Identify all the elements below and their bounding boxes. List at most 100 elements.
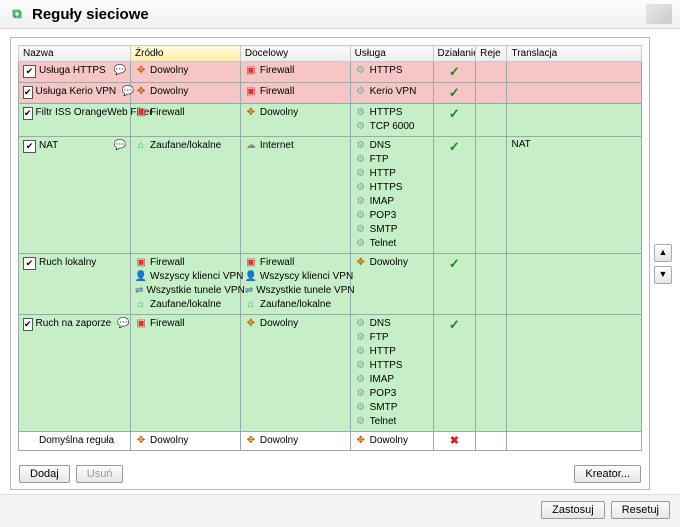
- action-cell[interactable]: ✓: [433, 137, 476, 254]
- svc-icon: ⚙: [355, 346, 367, 358]
- rule-cell[interactable]: ✥Dowolny: [240, 315, 350, 432]
- svc-icon: ⚙: [355, 360, 367, 372]
- rule-cell[interactable]: ✥Dowolny: [131, 83, 241, 104]
- rule-cell[interactable]: ✥Dowolny: [240, 432, 350, 451]
- rule-name-cell[interactable]: ✔Usługa Kerio VPN💬: [19, 83, 131, 104]
- rule-cell[interactable]: ⚙DNS⚙FTP⚙HTTP⚙HTTPS⚙IMAP⚙POP3⚙SMTP⚙Telne…: [350, 315, 433, 432]
- allow-icon: ✓: [449, 85, 460, 100]
- table-row[interactable]: ✔Usługa Kerio VPN💬✥Dowolny▣Firewall⚙Keri…: [19, 83, 642, 104]
- cell-text: Zaufane/lokalne: [260, 298, 331, 312]
- rule-cell[interactable]: ⚙HTTPS⚙TCP 6000: [350, 104, 433, 137]
- action-cell[interactable]: ✓: [433, 254, 476, 315]
- translation-cell[interactable]: [507, 83, 642, 104]
- rule-name-cell[interactable]: ✔Filtr ISS OrangeWeb Filter: [19, 104, 131, 137]
- rule-name-cell[interactable]: ✔Ruch lokalny: [19, 254, 131, 315]
- cell-text: Zaufane/lokalne: [150, 298, 221, 312]
- column-header[interactable]: Działanie: [433, 46, 476, 62]
- column-header[interactable]: Źródło: [131, 46, 241, 62]
- svc-icon: ⚙: [355, 416, 367, 428]
- rule-cell[interactable]: ✥Dowolny: [240, 104, 350, 137]
- log-cell[interactable]: [476, 432, 507, 451]
- cell-text: Firewall: [260, 256, 294, 270]
- remove-button[interactable]: Usuń: [76, 465, 124, 483]
- log-cell[interactable]: [476, 254, 507, 315]
- rule-enabled-checkbox[interactable]: ✔: [23, 65, 36, 78]
- log-cell[interactable]: [476, 315, 507, 432]
- action-cell[interactable]: ✓: [433, 62, 476, 83]
- rule-enabled-checkbox[interactable]: ✔: [23, 257, 36, 270]
- apply-button[interactable]: Zastosuj: [541, 501, 605, 519]
- rule-name: Usługa Kerio VPN: [36, 85, 117, 99]
- rule-cell[interactable]: ▣Firewall👤Wszyscy klienci VPN⇌Wszystkie …: [131, 254, 241, 315]
- log-cell[interactable]: [476, 83, 507, 104]
- rule-name-cell[interactable]: ✔NAT💬: [19, 137, 131, 254]
- rule-cell[interactable]: ☁Internet: [240, 137, 350, 254]
- table-row[interactable]: ✔Usługa HTTPS💬✥Dowolny▣Firewall⚙HTTPS✓: [19, 62, 642, 83]
- rule-cell[interactable]: ✥Dowolny: [350, 254, 433, 315]
- table-row[interactable]: ✔Ruch lokalny▣Firewall👤Wszyscy klienci V…: [19, 254, 642, 315]
- rule-enabled-checkbox[interactable]: ✔: [23, 107, 33, 120]
- action-cell[interactable]: ✓: [433, 104, 476, 137]
- rule-cell[interactable]: ▣Firewall: [240, 62, 350, 83]
- cell-text: Internet: [260, 139, 294, 153]
- chat-icon: 💬: [114, 65, 126, 77]
- rule-cell[interactable]: ▣Firewall: [240, 83, 350, 104]
- rule-cell[interactable]: ▣Firewall: [131, 104, 241, 137]
- allow-icon: ✓: [449, 106, 460, 121]
- table-row[interactable]: Domyślna reguła✥Dowolny✥Dowolny✥Dowolny✖: [19, 432, 642, 451]
- chat-icon: 💬: [114, 140, 126, 152]
- vpnclient-icon: 👤: [245, 271, 257, 283]
- action-cell[interactable]: ✓: [433, 315, 476, 432]
- svc-icon: ⚙: [355, 402, 367, 414]
- deny-icon: ✖: [450, 435, 459, 447]
- translation-cell[interactable]: [507, 315, 642, 432]
- cell-text: DNS: [370, 139, 391, 153]
- action-cell[interactable]: ✖: [433, 432, 476, 451]
- rule-enabled-checkbox[interactable]: ✔: [23, 86, 33, 99]
- reset-button[interactable]: Resetuj: [611, 501, 670, 519]
- column-header[interactable]: Usługa: [350, 46, 433, 62]
- table-row[interactable]: ✔Filtr ISS OrangeWeb Filter▣Firewall✥Dow…: [19, 104, 642, 137]
- add-button[interactable]: Dodaj: [19, 465, 70, 483]
- rule-cell[interactable]: ✥Dowolny: [131, 62, 241, 83]
- svc-icon: ⚙: [355, 332, 367, 344]
- rule-cell[interactable]: ⌂Zaufane/lokalne: [131, 137, 241, 254]
- move-up-button[interactable]: ▲: [654, 244, 672, 262]
- translation-cell[interactable]: NAT: [507, 137, 642, 254]
- rule-cell[interactable]: ⚙HTTPS: [350, 62, 433, 83]
- rule-cell[interactable]: ✥Dowolny: [350, 432, 433, 451]
- rule-name-cell[interactable]: ✔Ruch na zaporze💬: [19, 315, 131, 432]
- any-icon: ✥: [245, 435, 257, 447]
- column-header[interactable]: Nazwa: [19, 46, 131, 62]
- translation-cell[interactable]: [507, 254, 642, 315]
- wizard-button[interactable]: Kreator...: [574, 465, 641, 483]
- action-cell[interactable]: ✓: [433, 83, 476, 104]
- log-cell[interactable]: [476, 104, 507, 137]
- rule-name-cell[interactable]: ✔Usługa HTTPS💬: [19, 62, 131, 83]
- rule-cell[interactable]: ▣Firewall: [131, 315, 241, 432]
- column-header[interactable]: Docelowy: [240, 46, 350, 62]
- log-cell[interactable]: [476, 137, 507, 254]
- rule-cell[interactable]: ▣Firewall👤Wszyscy klienci VPN⇌Wszystkie …: [240, 254, 350, 315]
- table-row[interactable]: ✔Ruch na zaporze💬▣Firewall✥Dowolny⚙DNS⚙F…: [19, 315, 642, 432]
- firewall-icon: ▣: [245, 65, 257, 77]
- svc-icon: ⚙: [355, 86, 367, 98]
- rule-cell[interactable]: ✥Dowolny: [131, 432, 241, 451]
- column-header[interactable]: Translacja: [507, 46, 642, 62]
- table-row[interactable]: ✔NAT💬⌂Zaufane/lokalne☁Internet⚙DNS⚙FTP⚙H…: [19, 137, 642, 254]
- translation-cell[interactable]: [507, 62, 642, 83]
- translation-cell[interactable]: [507, 432, 642, 451]
- translation-cell[interactable]: [507, 104, 642, 137]
- cell-text: Dowolny: [150, 434, 188, 448]
- rule-name-cell[interactable]: Domyślna reguła: [19, 432, 131, 451]
- rule-enabled-checkbox[interactable]: ✔: [23, 140, 36, 153]
- rule-cell[interactable]: ⚙Kerio VPN: [350, 83, 433, 104]
- column-header[interactable]: Reje: [476, 46, 507, 62]
- cell-text: HTTPS: [370, 64, 403, 78]
- rule-enabled-checkbox[interactable]: ✔: [23, 318, 33, 331]
- log-cell[interactable]: [476, 62, 507, 83]
- rule-cell[interactable]: ⚙DNS⚙FTP⚙HTTP⚙HTTPS⚙IMAP⚙POP3⚙SMTP⚙Telne…: [350, 137, 433, 254]
- any-icon: ✥: [245, 107, 257, 119]
- move-down-button[interactable]: ▼: [654, 266, 672, 284]
- cell-text: Dowolny: [260, 317, 298, 331]
